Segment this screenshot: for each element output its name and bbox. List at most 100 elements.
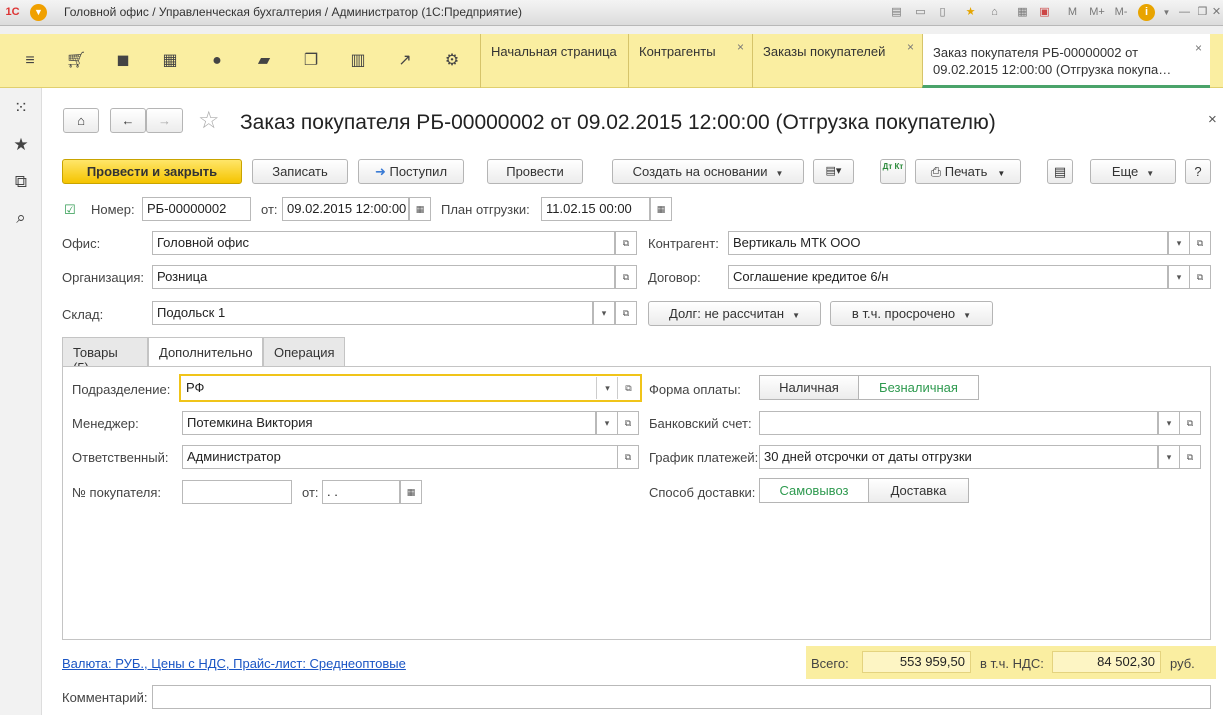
ruble-icon[interactable]: ●	[204, 48, 230, 74]
memory-m-plus[interactable]: M+	[1086, 4, 1108, 21]
save-icon[interactable]: ▤	[888, 4, 905, 21]
favorite-star-icon[interactable]: ☆	[198, 106, 220, 135]
tab-contractors[interactable]: Контрагенты ×	[628, 34, 752, 88]
menu-icon[interactable]: ≡	[17, 48, 43, 74]
bank-account-field[interactable]	[759, 411, 1158, 435]
open-icon[interactable]: ⧉	[1179, 445, 1201, 469]
close-window-icon[interactable]: ✕	[1208, 4, 1223, 21]
comment-field[interactable]	[152, 685, 1211, 709]
date-label: от:	[261, 202, 278, 217]
calculator-icon[interactable]: ▦	[1014, 4, 1031, 21]
tab-orders[interactable]: Заказы покупателей ×	[752, 34, 922, 88]
minimize-icon[interactable]: —	[1176, 4, 1193, 21]
open-icon[interactable]: ⧉	[615, 231, 637, 255]
payment-cash-button[interactable]: Наличная	[759, 375, 859, 400]
dropdown-icon[interactable]: ▼	[1158, 4, 1175, 21]
open-icon[interactable]: ⧉	[1189, 265, 1211, 289]
close-tab-icon[interactable]: ×	[907, 40, 914, 54]
home-button[interactable]: ⌂	[63, 108, 99, 133]
trend-icon[interactable]: ↗	[392, 48, 418, 74]
forward-button[interactable]: →	[146, 108, 183, 133]
open-icon[interactable]: ⧉	[617, 377, 639, 399]
save-button[interactable]: Записать	[252, 159, 348, 184]
report-button[interactable]: ▤	[1047, 159, 1073, 184]
bar-chart-icon[interactable]: ▥	[345, 48, 371, 74]
open-icon[interactable]: ⧉	[617, 411, 639, 435]
create-based-button[interactable]: Создать на основании	[612, 159, 804, 184]
warehouse-field[interactable]: Подольск 1	[152, 301, 593, 325]
responsible-field[interactable]: Администратор	[182, 445, 618, 469]
main-menu-icon[interactable]: ▼	[30, 4, 47, 21]
debt-button[interactable]: Долг: не рассчитан	[648, 301, 821, 326]
overdue-button[interactable]: в т.ч. просрочено	[830, 301, 993, 326]
dropdown-arrow-icon[interactable]: ▾	[1168, 231, 1190, 255]
number-field[interactable]: РБ-00000002	[142, 197, 251, 221]
tab-operation[interactable]: Операция	[263, 337, 345, 367]
open-icon[interactable]: ⧉	[1179, 411, 1201, 435]
payment-cashless-button[interactable]: Безналичная	[858, 375, 979, 400]
close-tab-icon[interactable]: ×	[737, 40, 744, 54]
gear-icon[interactable]: ⚙	[439, 48, 465, 74]
bag-icon[interactable]: ◼	[110, 48, 136, 74]
open-icon[interactable]: ⧉	[615, 301, 637, 325]
grid-icon[interactable]: ▦	[157, 48, 183, 74]
buyer-number-field[interactable]	[182, 480, 292, 504]
calendar-picker-icon[interactable]: ▦	[650, 197, 672, 221]
dropdown-arrow-icon[interactable]: ▾	[1168, 265, 1190, 289]
contractor-field[interactable]: Вертикаль МТК ООО	[728, 231, 1168, 255]
close-form-icon[interactable]: ×	[1208, 111, 1217, 128]
history-icon[interactable]: ⧉	[10, 172, 32, 194]
tab-home[interactable]: Начальная страница	[480, 34, 628, 88]
post-close-button[interactable]: Провести и закрыть	[62, 159, 242, 184]
open-icon[interactable]: ⧉	[1189, 231, 1211, 255]
info-icon[interactable]: i	[1138, 4, 1155, 21]
print-button[interactable]: ⎙ Печать ▼	[915, 159, 1021, 184]
home-icon[interactable]: ⌂	[986, 4, 1003, 21]
vat-label: в т.ч. НДС:	[980, 656, 1044, 671]
dropdown-arrow-icon[interactable]: ▾	[596, 377, 618, 399]
memory-m[interactable]: M	[1064, 4, 1081, 21]
post-button[interactable]: Провести	[487, 159, 583, 184]
calendar-picker-icon[interactable]: ▦	[409, 197, 431, 221]
buyer-date-field[interactable]: . .	[322, 480, 400, 504]
print-icon[interactable]: ▭	[912, 4, 929, 21]
more-button[interactable]: Еще	[1090, 159, 1176, 184]
cart-icon[interactable]: 🛒︎	[63, 48, 89, 74]
tab-goods[interactable]: Товары (5)	[62, 337, 148, 375]
truck-icon[interactable]: ▰	[251, 48, 277, 74]
star-icon[interactable]: ★	[10, 135, 32, 157]
apps-grid-icon[interactable]: ⁙	[10, 98, 32, 120]
preview-icon[interactable]: ▯	[934, 4, 951, 21]
dropdown-arrow-icon[interactable]: ▾	[1158, 445, 1180, 469]
office-field[interactable]: Головной офис	[152, 231, 615, 255]
back-button[interactable]: ←	[110, 108, 146, 133]
attach-dropdown-button[interactable]: ▤▾	[813, 159, 854, 184]
org-field[interactable]: Розница	[152, 265, 615, 289]
search-icon[interactable]: ⌕	[10, 208, 32, 230]
delivery-pickup-button[interactable]: Самовывоз	[759, 478, 869, 503]
dt-kt-button[interactable]: Дт Кт	[880, 159, 906, 184]
dropdown-arrow-icon[interactable]: ▾	[596, 411, 618, 435]
contract-field[interactable]: Соглашение кредитое 6/н	[728, 265, 1168, 289]
delivery-delivery-button[interactable]: Доставка	[868, 478, 969, 503]
help-button[interactable]: ?	[1185, 159, 1211, 184]
currency-link[interactable]: Валюта: РУБ., Цены с НДС, Прайс-лист: Ср…	[62, 656, 406, 671]
tab-additional[interactable]: Дополнительно	[148, 337, 263, 368]
docs-icon[interactable]: ❐	[298, 48, 324, 74]
open-icon[interactable]: ⧉	[615, 265, 637, 289]
tab-current-order[interactable]: Заказ покупателя РБ-00000002 от 09.02.20…	[922, 34, 1210, 88]
calendar-icon[interactable]: ▣	[1036, 4, 1053, 21]
received-button[interactable]: ➜ Поступил	[358, 159, 464, 184]
ship-plan-field[interactable]: 11.02.15 00:00	[541, 197, 650, 221]
schedule-field[interactable]: 30 дней отсрочки от даты отгрузки	[759, 445, 1158, 469]
division-field[interactable]: РФ	[182, 377, 596, 399]
memory-m-minus[interactable]: M-	[1110, 4, 1132, 21]
date-field[interactable]: 09.02.2015 12:00:00	[282, 197, 409, 221]
dropdown-arrow-icon[interactable]: ▾	[593, 301, 615, 325]
manager-field[interactable]: Потемкина Виктория	[182, 411, 596, 435]
open-icon[interactable]: ⧉	[617, 445, 639, 469]
calendar-picker-icon[interactable]: ▦	[400, 480, 422, 504]
dropdown-arrow-icon[interactable]: ▾	[1158, 411, 1180, 435]
favorites-icon[interactable]: ★	[962, 4, 979, 21]
close-tab-icon[interactable]: ×	[1195, 40, 1202, 57]
